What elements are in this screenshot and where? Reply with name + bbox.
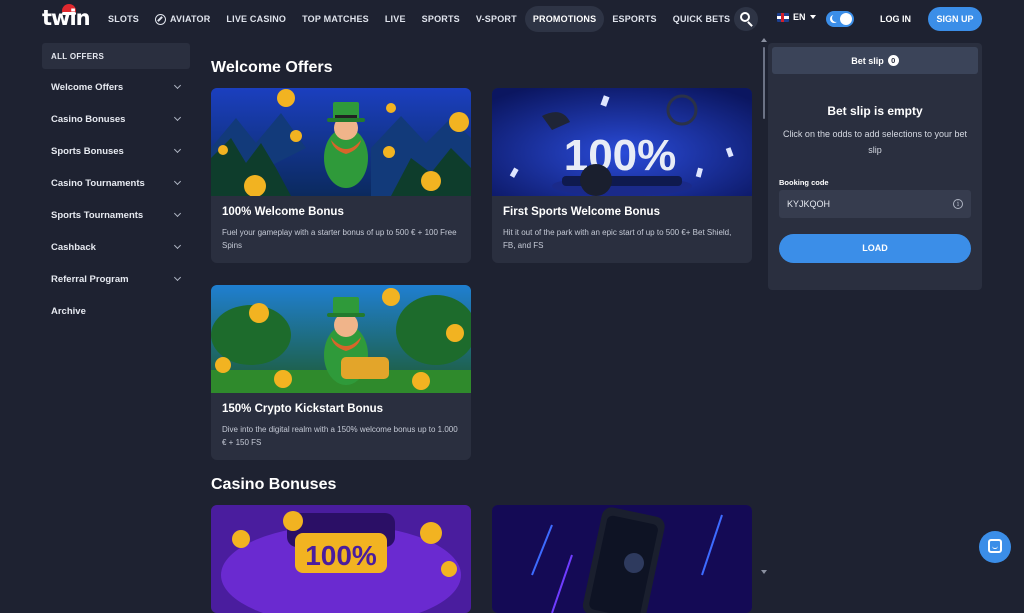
promo-image-label: 100% — [564, 131, 677, 180]
bet-slip-count-badge: 0 — [887, 55, 899, 66]
card-description: Dive into the digital realm with a 150% … — [222, 425, 458, 447]
language-selector[interactable]: EN — [777, 12, 816, 22]
card-description: Fuel your gameplay with a starter bonus … — [222, 228, 457, 250]
section-title-welcome-offers: Welcome Offers — [211, 59, 333, 76]
booking-code-input[interactable] — [787, 190, 947, 218]
card-title: First Sports Welcome Bonus — [503, 206, 660, 218]
promo-image-mobile-app — [492, 505, 752, 613]
booking-code-label: Booking code — [779, 178, 829, 187]
language-label: EN — [793, 12, 806, 22]
scrollbar-thumb[interactable] — [763, 47, 765, 119]
moon-icon — [830, 14, 840, 23]
sidebar-item-casino-bonuses[interactable]: Casino Bonuses — [42, 103, 190, 135]
promo-image-sports-100: 100% — [492, 88, 752, 196]
chevron-down-icon — [173, 177, 182, 186]
chevron-down-icon — [173, 209, 182, 218]
load-button[interactable]: LOAD — [779, 234, 971, 263]
sidebar-item-welcome-offers[interactable]: Welcome Offers — [42, 71, 190, 103]
offers-sidebar: ALL OFFERS Welcome Offers Casino Bonuses… — [42, 43, 190, 327]
promo-card[interactable] — [492, 505, 752, 613]
chevron-down-icon — [173, 241, 182, 250]
theme-toggle[interactable] — [826, 11, 854, 27]
nav-item-slots[interactable]: SLOTS — [100, 6, 147, 32]
bet-slip-empty-title: Bet slip is empty — [827, 104, 923, 118]
card-description: Hit it out of the park with an epic star… — [503, 228, 732, 250]
sidebar-item-cashback[interactable]: Cashback — [42, 231, 190, 263]
promo-card[interactable]: 100% First Sports Welcome Bonus Hit it o… — [492, 88, 752, 263]
section-title-casino-bonuses: Casino Bonuses — [211, 476, 337, 493]
brand-logo[interactable]: twin — [42, 4, 92, 32]
scroll-up-arrow[interactable] — [761, 38, 767, 42]
chat-icon — [988, 539, 1002, 553]
bet-slip-hint: Click on the odds to add selections to y… — [782, 129, 968, 155]
caret-down-icon — [809, 15, 816, 19]
flag-uk-icon — [777, 12, 789, 22]
promo-image-label: 100% — [305, 540, 377, 571]
sidebar-item-referral-program[interactable]: Referral Program — [42, 263, 190, 295]
sidebar-item-sports-bonuses[interactable]: Sports Bonuses — [42, 135, 190, 167]
sidebar-item-all-offers[interactable]: ALL OFFERS — [42, 43, 190, 69]
bet-slip-tab[interactable]: Bet slip 0 — [772, 47, 978, 74]
promo-card[interactable]: 150% Crypto Kickstart Bonus Dive into th… — [211, 285, 471, 460]
sidebar-item-archive[interactable]: Archive — [42, 295, 190, 327]
info-icon[interactable]: i — [953, 199, 963, 209]
promo-card[interactable]: 100% Welcome Bonus Fuel your gameplay wi… — [211, 88, 471, 263]
promo-image-leprechaun — [211, 88, 471, 196]
chevron-down-icon — [173, 113, 182, 122]
chat-button[interactable] — [979, 531, 1011, 563]
card-title: 100% Welcome Bonus — [222, 206, 344, 218]
toggle-knob — [840, 13, 852, 25]
login-button[interactable]: LOG IN — [872, 7, 919, 31]
nav-item-aviator[interactable]: AVIATOR — [147, 6, 218, 32]
sidebar-item-casino-tournaments[interactable]: Casino Tournaments — [42, 167, 190, 199]
promo-image-crypto-leprechaun — [211, 285, 471, 393]
chevron-down-icon — [173, 145, 182, 154]
aviator-icon — [155, 13, 167, 25]
promo-image-slot-100: 100% — [211, 505, 471, 613]
promo-card[interactable]: 100% — [211, 505, 471, 613]
chevron-down-icon — [173, 81, 182, 90]
promotions-content: Welcome Offers 100% Welcome Bonus Fuel y… — [210, 0, 755, 613]
booking-code-field-wrap: i — [779, 190, 971, 218]
chevron-down-icon — [173, 273, 182, 282]
sidebar-item-sports-tournaments[interactable]: Sports Tournaments — [42, 199, 190, 231]
scroll-down-arrow[interactable] — [761, 570, 767, 574]
bet-slip-panel: Bet slip 0 Bet slip is empty Click on th… — [768, 43, 982, 290]
signup-button[interactable]: SIGN UP — [928, 7, 982, 31]
card-title: 150% Crypto Kickstart Bonus — [222, 403, 384, 415]
logo-text: twin — [42, 6, 91, 30]
